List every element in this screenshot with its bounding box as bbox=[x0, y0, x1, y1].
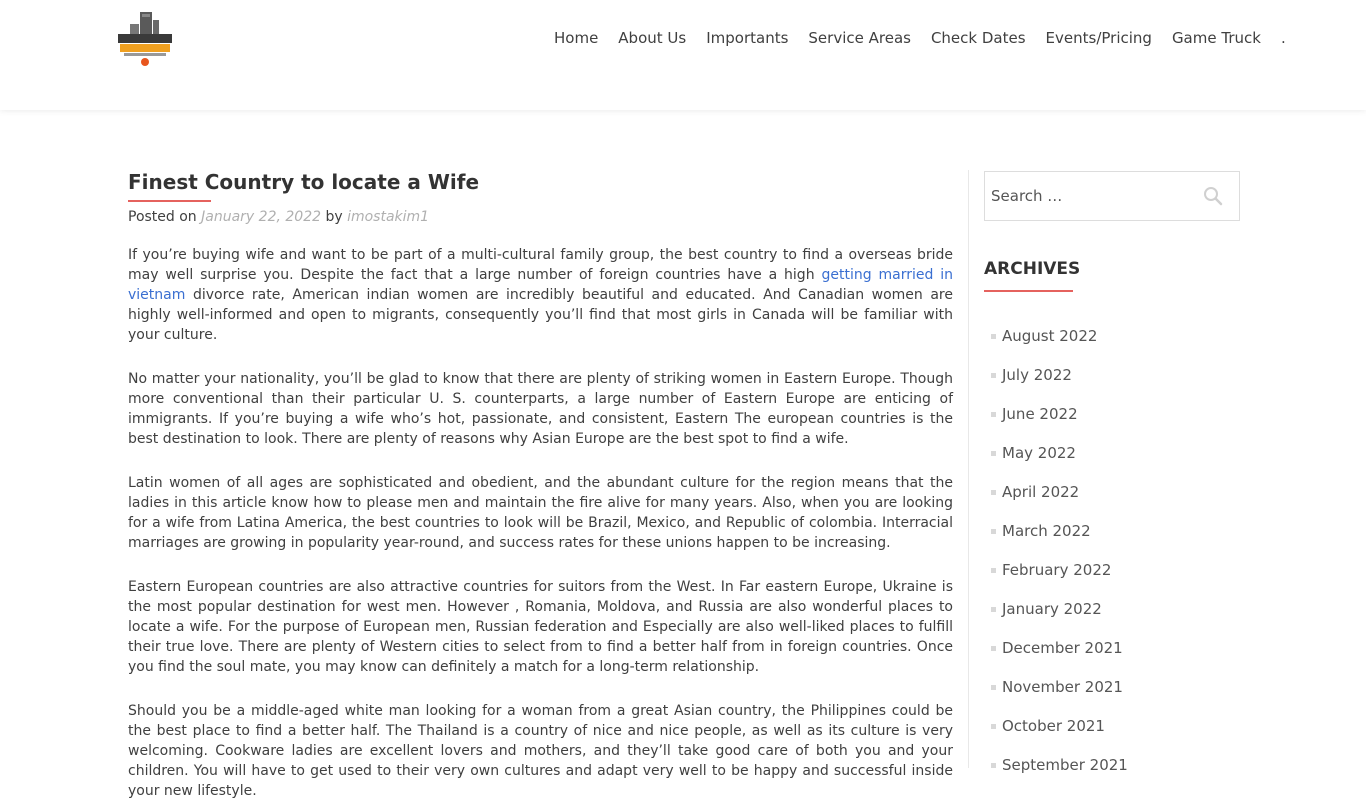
bullet-icon bbox=[991, 373, 996, 378]
search-form bbox=[984, 171, 1240, 221]
bullet-icon bbox=[991, 685, 996, 690]
archive-link[interactable]: March 2022 bbox=[984, 511, 1240, 550]
posted-on-label: Posted on bbox=[128, 209, 197, 225]
post-paragraph-4: Eastern European countries are also attr… bbox=[128, 579, 953, 675]
nav-item-more[interactable]: . bbox=[1271, 28, 1296, 48]
post-meta: Posted on January 22, 2022 by imostakim1 bbox=[128, 207, 953, 227]
site-header: Home About Us Importants Service Areas Check… bbox=[0, 0, 1366, 110]
archive-label: November 2021 bbox=[1002, 677, 1123, 696]
archives-title: ARCHIVES bbox=[984, 259, 1081, 279]
archive-label: June 2022 bbox=[1002, 404, 1078, 423]
post-paragraph-3: Latin women of all ages are sophisticate… bbox=[128, 475, 953, 551]
p1-text-after: divorce rate, American indian women are … bbox=[128, 287, 953, 343]
nav-item-importants[interactable]: Importants bbox=[696, 28, 798, 48]
site-logo[interactable] bbox=[114, 10, 176, 68]
main-nav: Home About Us Importants Service Areas Check… bbox=[544, 28, 1296, 48]
archive-link[interactable]: January 2022 bbox=[984, 589, 1240, 628]
bullet-icon bbox=[991, 607, 996, 612]
archive-label: December 2021 bbox=[1002, 638, 1123, 657]
nav-item-game-truck[interactable]: Game Truck bbox=[1162, 28, 1271, 48]
archive-link[interactable]: November 2021 bbox=[984, 667, 1240, 706]
post-article: Finest Country to locate a Wife Posted o… bbox=[128, 168, 953, 801]
bullet-icon bbox=[991, 490, 996, 495]
bullet-icon bbox=[991, 646, 996, 651]
archive-link[interactable]: December 2021 bbox=[984, 628, 1240, 667]
nav-item-about-us[interactable]: About Us bbox=[608, 28, 696, 48]
archive-link[interactable]: July 2022 bbox=[984, 355, 1240, 394]
archive-link[interactable]: February 2022 bbox=[984, 550, 1240, 589]
archive-label: April 2022 bbox=[1002, 482, 1080, 501]
bullet-icon bbox=[991, 568, 996, 573]
nav-item-service-areas[interactable]: Service Areas bbox=[798, 28, 921, 48]
archives-underline bbox=[984, 290, 1073, 292]
by-label: by bbox=[325, 209, 343, 225]
post-paragraph-5: Should you be a middle-aged white man lo… bbox=[128, 703, 953, 799]
archive-label: September 2021 bbox=[1002, 755, 1128, 774]
bullet-icon bbox=[991, 334, 996, 339]
archive-label: August 2022 bbox=[1002, 326, 1098, 345]
archive-link[interactable]: May 2022 bbox=[984, 433, 1240, 472]
gaming-unplugged-logo-icon bbox=[118, 12, 172, 66]
bullet-icon bbox=[991, 412, 996, 417]
post-date-link[interactable]: January 22, 2022 bbox=[201, 209, 321, 225]
archive-link[interactable]: August 2022 bbox=[984, 316, 1240, 355]
bullet-icon bbox=[991, 451, 996, 456]
archive-link[interactable]: June 2022 bbox=[984, 394, 1240, 433]
sidebar: ARCHIVES August 2022 July 2022 June 2022 Ma… bbox=[984, 171, 1240, 784]
bullet-icon bbox=[991, 529, 996, 534]
archive-label: July 2022 bbox=[1002, 365, 1072, 384]
post-author-link[interactable]: imostakim1 bbox=[347, 209, 429, 225]
sidebar-divider bbox=[968, 170, 969, 768]
title-underline bbox=[128, 200, 211, 202]
bullet-icon bbox=[991, 724, 996, 729]
search-input[interactable] bbox=[985, 172, 1197, 220]
archive-label: January 2022 bbox=[1002, 599, 1102, 618]
post-paragraph-1: If you’re buying wife and want to be par… bbox=[128, 245, 953, 345]
archive-link[interactable]: April 2022 bbox=[984, 472, 1240, 511]
archive-label: February 2022 bbox=[1002, 560, 1112, 579]
archives-list: August 2022 July 2022 June 2022 May 2022 Apr… bbox=[984, 316, 1240, 784]
search-icon[interactable] bbox=[1203, 186, 1223, 206]
post-paragraph-2: No matter your nationality, you’ll be gl… bbox=[128, 371, 953, 447]
nav-item-check-dates[interactable]: Check Dates bbox=[921, 28, 1036, 48]
archive-label: May 2022 bbox=[1002, 443, 1076, 462]
archive-label: March 2022 bbox=[1002, 521, 1091, 540]
post-title[interactable]: Finest Country to locate a Wife bbox=[128, 168, 953, 196]
archive-link[interactable]: October 2021 bbox=[984, 706, 1240, 745]
archive-label: October 2021 bbox=[1002, 716, 1105, 735]
nav-item-events-pricing[interactable]: Events/Pricing bbox=[1036, 28, 1162, 48]
bullet-icon bbox=[991, 763, 996, 768]
archive-link[interactable]: September 2021 bbox=[984, 745, 1240, 784]
nav-item-home[interactable]: Home bbox=[544, 28, 608, 48]
